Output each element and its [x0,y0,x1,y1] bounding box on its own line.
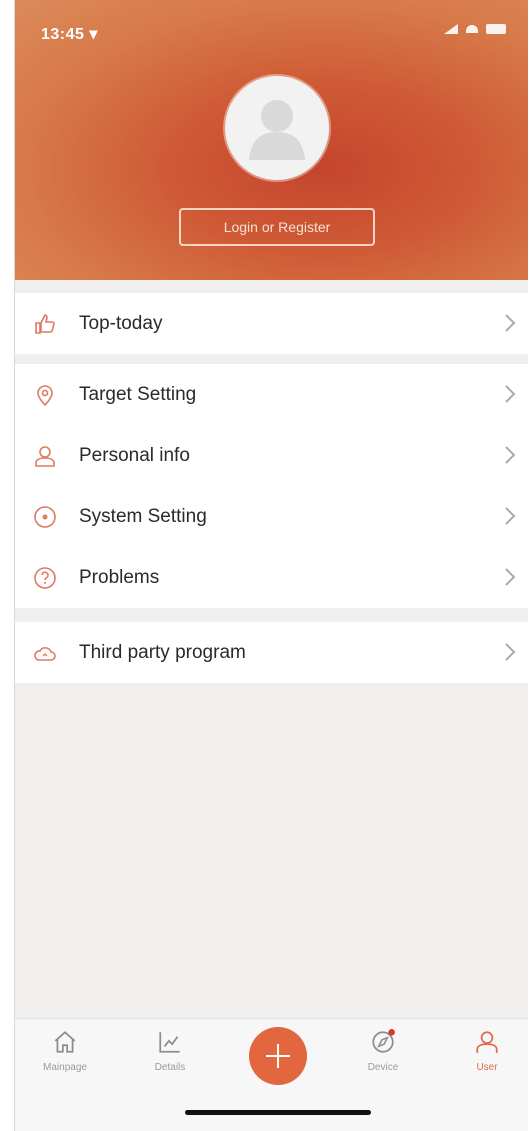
tab-user[interactable]: User [447,1029,527,1073]
tab-label: Mainpage [43,1062,87,1073]
chevron-right-icon [505,314,516,332]
tab-device[interactable]: Device [343,1029,423,1073]
menu-item-top-today[interactable]: Top-today [15,293,528,354]
home-icon [54,1031,76,1053]
login-register-button[interactable]: Login or Register [179,208,375,246]
chevron-right-icon [505,643,516,661]
signal-icon [444,24,458,34]
menu-item-label: Problems [79,566,160,588]
compass-icon [372,1029,395,1053]
user-icon [476,1031,498,1053]
menu-item-third-party[interactable]: Third party program [15,622,528,683]
menu-item-problems[interactable]: Problems [15,547,528,608]
chevron-right-icon [505,446,516,464]
menu-item-target-setting[interactable]: Target Setting [15,364,528,425]
menu-item-label: Personal info [79,444,190,466]
location-pin-icon [37,385,53,407]
status-time: 13:45 ▾ [41,26,98,43]
menu-group-2: Target Setting Personal info System Sett… [15,364,528,608]
chart-icon [159,1032,180,1053]
add-button[interactable] [249,1027,307,1085]
menu-item-label: Target Setting [79,383,197,405]
menu-item-system-setting[interactable]: System Setting [15,486,528,547]
chevron-right-icon [505,385,516,403]
status-icons [444,24,506,34]
menu-group-3: Third party program [15,622,528,683]
user-silhouette-icon [249,100,305,160]
tab-label: Device [367,1062,399,1073]
profile-header: 13:45 ▾ Login or Register [15,0,528,280]
chevron-right-icon [505,568,516,586]
tab-mainpage[interactable]: Mainpage [25,1029,105,1073]
chevron-right-icon [505,507,516,525]
home-indicator[interactable] [185,1110,371,1115]
menu-item-label: Third party program [79,641,246,663]
menu-item-personal-info[interactable]: Personal info [15,425,528,486]
question-circle-icon [34,567,56,589]
tab-label: User [476,1062,498,1073]
tab-details[interactable]: Details [130,1029,210,1073]
menu-group-1: Top-today [15,293,528,354]
menu-item-label: Top-today [79,312,163,334]
person-icon [35,446,55,467]
settings-circle-icon [34,506,56,528]
avatar[interactable] [225,76,329,180]
battery-icon [486,24,506,34]
thumbs-up-icon [35,314,55,334]
phone-screen: 13:45 ▾ Login or Register Top-today Targ… [14,0,528,1131]
notification-dot [388,1029,395,1036]
tab-label: Details [154,1062,186,1073]
menu-item-label: System Setting [79,505,207,527]
cloud-icon [34,647,56,661]
wifi-icon [466,25,478,33]
